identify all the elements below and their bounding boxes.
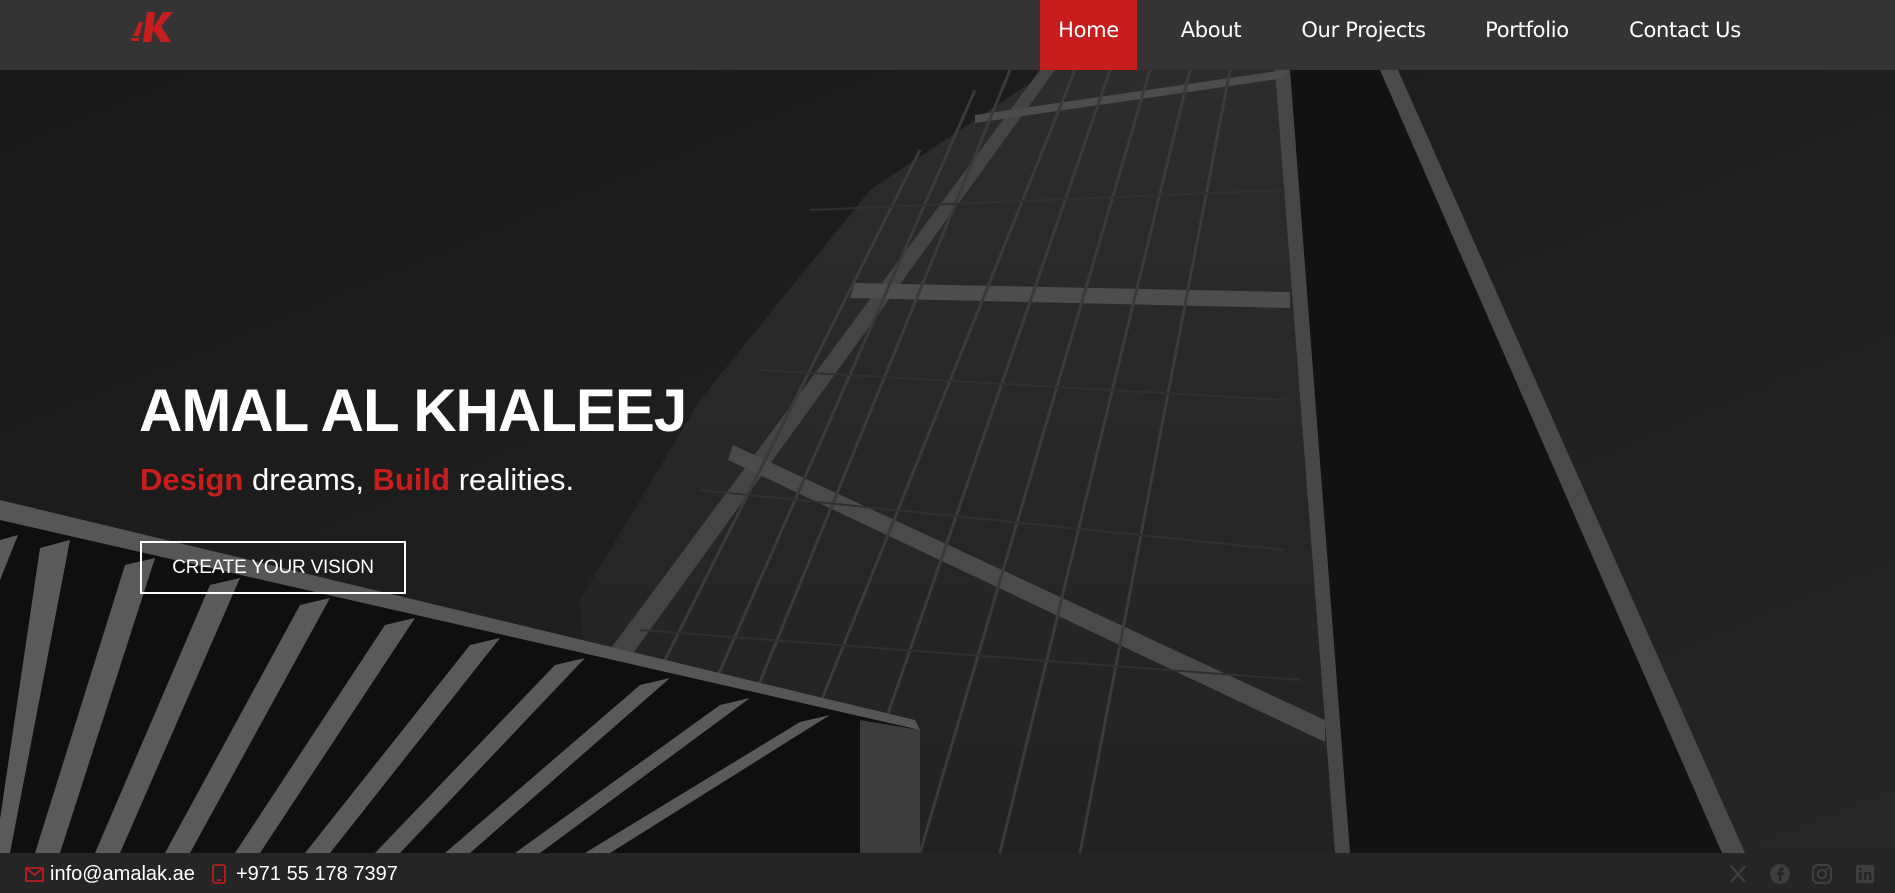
facebook-icon[interactable]: [1769, 863, 1791, 885]
nav-item-portfolio[interactable]: Portfolio: [1476, 0, 1578, 70]
linkedin-icon[interactable]: [1854, 863, 1876, 885]
nav-item-about-label: About: [1180, 18, 1242, 42]
nav-item-portfolio-label: Portfolio: [1485, 18, 1569, 42]
top-navbar: Home About Our Projects Portfolio Contac…: [0, 0, 1895, 70]
nav-item-our-projects[interactable]: Our Projects: [1292, 0, 1435, 70]
hero-title: AMAL AL KHALEEJ: [139, 377, 687, 444]
logo-icon[interactable]: [129, 8, 185, 44]
phone-contact[interactable]: +971 55 178 7397: [212, 862, 398, 886]
nav-item-home-label: Home: [1058, 18, 1119, 42]
nav-item-contact-us-label: Contact Us: [1629, 18, 1741, 42]
x-icon[interactable]: [1727, 863, 1749, 885]
mobile-phone-icon: [212, 864, 226, 884]
tagline-accent-build: Build: [372, 462, 451, 497]
nav-item-contact-us[interactable]: Contact Us: [1620, 0, 1750, 70]
email-text: info@amalak.ae: [50, 862, 195, 885]
create-your-vision-button[interactable]: CREATE YOUR VISION: [140, 541, 406, 594]
nav-item-our-projects-label: Our Projects: [1301, 18, 1426, 42]
tagline-text-realities: realities.: [450, 462, 575, 497]
contact-bar: info@amalak.ae +971 55 178 7397: [0, 853, 1895, 893]
email-contact[interactable]: info@amalak.ae: [25, 862, 195, 886]
envelope-icon: [25, 866, 44, 882]
phone-text: +971 55 178 7397: [236, 862, 398, 885]
tagline-text-dreams: dreams,: [243, 462, 373, 497]
nav-item-about[interactable]: About: [1164, 0, 1258, 70]
hero-tagline: Design dreams, Build realities.: [140, 462, 574, 498]
nav-item-home[interactable]: Home: [1040, 0, 1137, 70]
hero-section: AMAL AL KHALEEJ Design dreams, Build rea…: [0, 70, 1895, 853]
tagline-accent-design: Design: [140, 462, 244, 497]
instagram-icon[interactable]: [1811, 863, 1833, 885]
